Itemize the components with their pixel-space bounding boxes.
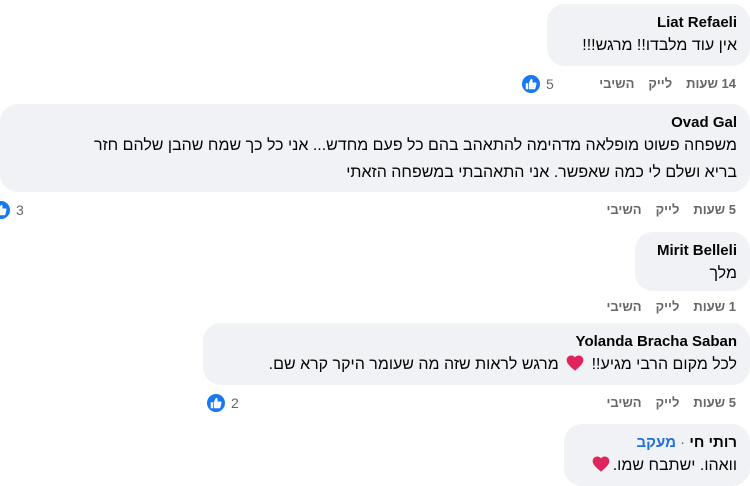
comment-text: לכל מקום הרבי מגיע!! מרגש לראות שזה מה ש… <box>216 351 737 378</box>
comment-time[interactable]: 5 שעות <box>693 200 736 220</box>
comment-actions: 1 שעות לייק השיבי <box>592 297 736 317</box>
reaction-summary[interactable]: 2 <box>205 392 239 414</box>
reply-button[interactable]: השיבי <box>606 297 641 317</box>
comment-author[interactable]: רותי חי <box>689 434 737 451</box>
comment-text: מלך <box>709 265 737 282</box>
like-button[interactable]: לייק <box>656 297 680 317</box>
like-reaction-icon <box>0 199 12 221</box>
reply-button[interactable]: השיבי <box>606 200 641 220</box>
comment-time[interactable]: 1 שעות <box>693 297 736 317</box>
like-reaction-icon <box>205 392 227 414</box>
comment-time[interactable]: 5 שעות <box>693 393 736 413</box>
comment-text-part: וואהו. ישתבח שמו. <box>612 457 737 474</box>
like-button[interactable]: לייק <box>648 74 672 94</box>
comment-author[interactable]: Yolanda Bracha Saban <box>216 332 737 351</box>
comment-text: וואהו. ישתבח שמו. <box>577 452 737 479</box>
comment-text-part: לכל מקום הרבי מגיע!! <box>591 356 737 373</box>
reaction-count: 5 <box>546 76 554 92</box>
comment-bubble-ruti: רותי חי · מעקב וואהו. ישתבח שמו. <box>564 424 750 486</box>
comment-bubble-mirit: Mirit Belleli מלך <box>635 232 750 291</box>
heart-emoji-icon <box>592 456 610 472</box>
comment-author[interactable]: Liat Refaeli <box>560 13 737 32</box>
reaction-summary[interactable]: 3 <box>0 199 24 221</box>
comment-bubble-ovad: Ovad Gal משפחה פשוט מופלאה מדהימה להתאהב… <box>0 104 750 192</box>
comment-author[interactable]: Mirit Belleli <box>648 241 737 260</box>
comment-time[interactable]: 14 שעות <box>686 74 736 94</box>
like-button[interactable]: לייק <box>656 393 680 413</box>
comment-text-part: מרגש לראות שזה מה שעומר היקר קרא שם. <box>268 356 559 373</box>
follow-button[interactable]: מעקב <box>637 434 676 451</box>
comment-bubble-liat: Liat Refaeli אין עוד מלבדו!! מרגש!!! <box>547 4 750 66</box>
like-button[interactable]: לייק <box>656 200 680 220</box>
comment-author[interactable]: Ovad Gal <box>13 113 737 132</box>
comment-bubble-yolanda: Yolanda Bracha Saban לכל מקום הרבי מגיע!… <box>203 323 750 385</box>
heart-emoji-icon <box>566 355 584 371</box>
follow-separator: · <box>680 434 686 451</box>
reaction-count: 3 <box>16 202 24 218</box>
reply-button[interactable]: השיבי <box>599 74 634 94</box>
comment-actions: 5 שעות לייק השיבי <box>592 200 736 220</box>
comment-actions: 14 שעות לייק השיבי <box>585 74 736 94</box>
like-reaction-icon <box>520 73 542 95</box>
comment-text: אין עוד מלבדו!! מרגש!!! <box>582 37 737 54</box>
comment-actions: 5 שעות לייק השיבי <box>592 393 736 413</box>
reply-button[interactable]: השיבי <box>606 393 641 413</box>
comment-text-line: משפחה פשוט מופלאה מדהימה להתאהב בהם כל פ… <box>93 137 737 154</box>
reaction-summary[interactable]: 5 <box>520 73 554 95</box>
comment-text-line: בריא ושלם לי כמה שאפשר. אני התאהבתי במשפ… <box>346 164 737 181</box>
reaction-count: 2 <box>231 395 239 411</box>
comment-header: רותי חי · מעקב <box>577 433 737 452</box>
